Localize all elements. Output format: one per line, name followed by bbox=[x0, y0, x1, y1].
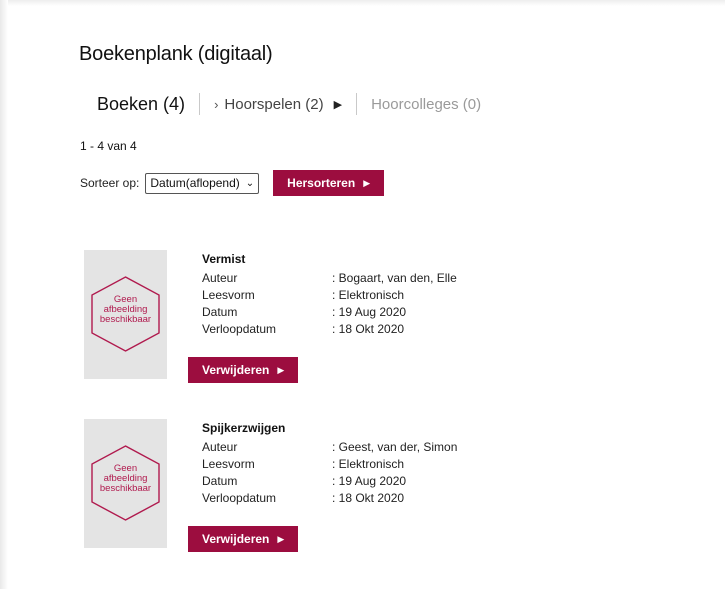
play-icon: ▶ bbox=[333, 98, 343, 111]
author-value: : Geest, van der, Simon bbox=[332, 440, 458, 454]
tab-hoorspelen-label: Hoorspelen (2) bbox=[224, 95, 324, 113]
remove-button[interactable]: Verwijderen ▶ bbox=[188, 357, 299, 383]
remove-button-label: Verwijderen bbox=[202, 363, 270, 377]
date-value: : 19 Aug 2020 bbox=[332, 305, 407, 319]
tab-divider bbox=[199, 93, 201, 115]
tab-divider bbox=[356, 93, 358, 115]
book-title[interactable]: Spijkerzwijgen bbox=[202, 421, 285, 435]
author-label: Auteur bbox=[202, 271, 238, 285]
media-tabs: Boeken (4) › Hoorspelen (2) ▶ Hoorcolleg… bbox=[97, 88, 481, 120]
no-image-text: Geen afbeelding beschikbaar bbox=[99, 463, 152, 494]
author-value: : Bogaart, van den, Elle bbox=[332, 271, 457, 285]
tab-boeken[interactable]: Boeken (4) bbox=[97, 94, 185, 115]
author-label: Auteur bbox=[202, 440, 238, 454]
format-label: Leesvorm bbox=[202, 457, 255, 471]
sort-controls: Sorteer op: Datum(aflopend) ⌄ Hersortere… bbox=[80, 169, 385, 197]
resort-button[interactable]: Hersorteren ▶ bbox=[273, 170, 385, 196]
expiry-label: Verloopdatum bbox=[202, 491, 277, 505]
remove-button[interactable]: Verwijderen ▶ bbox=[188, 526, 299, 552]
remove-button-label: Verwijderen bbox=[202, 532, 270, 546]
chevron-down-icon: ⌄ bbox=[245, 177, 255, 189]
date-value: : 19 Aug 2020 bbox=[332, 474, 407, 488]
play-icon: ▶ bbox=[277, 533, 285, 544]
page-title: Boekenplank (digitaal) bbox=[79, 43, 273, 65]
book-title[interactable]: Vermist bbox=[202, 252, 245, 266]
chevron-right-icon: › bbox=[214, 96, 219, 112]
sort-label: Sorteer op: bbox=[80, 176, 140, 190]
result-count: 1 - 4 van 4 bbox=[80, 139, 137, 153]
play-icon: ▶ bbox=[363, 177, 371, 188]
format-value: : Elektronisch bbox=[332, 457, 405, 471]
no-image-text: Geen afbeelding beschikbaar bbox=[99, 294, 152, 325]
format-value: : Elektronisch bbox=[332, 288, 405, 302]
book-meta: Auteur : Geest, van der, Simon Leesvorm … bbox=[202, 440, 532, 506]
date-label: Datum bbox=[202, 305, 238, 319]
bookshelf-page: Boekenplank (digitaal) Boeken (4) › Hoor… bbox=[0, 0, 725, 589]
book-meta: Auteur : Bogaart, van den, Elle Leesvorm… bbox=[202, 271, 532, 337]
expiry-value: : 18 Okt 2020 bbox=[332, 491, 405, 505]
tab-hoorcolleges[interactable]: Hoorcolleges (0) bbox=[371, 96, 481, 113]
resort-button-label: Hersorteren bbox=[287, 176, 356, 190]
expiry-label: Verloopdatum bbox=[202, 322, 277, 336]
book-cover-placeholder: Geen afbeelding beschikbaar bbox=[84, 250, 167, 379]
book-cover-placeholder: Geen afbeelding beschikbaar bbox=[84, 419, 167, 548]
play-icon: ▶ bbox=[277, 364, 285, 375]
expiry-value: : 18 Okt 2020 bbox=[332, 322, 405, 336]
sort-select[interactable]: Datum(aflopend) ⌄ bbox=[145, 172, 260, 194]
book-item: Geen afbeelding beschikbaar Spijkerzwijg… bbox=[84, 419, 684, 569]
book-item: Geen afbeelding beschikbaar Vermist Aute… bbox=[84, 250, 684, 400]
format-label: Leesvorm bbox=[202, 288, 255, 302]
date-label: Datum bbox=[202, 474, 238, 488]
tab-hoorspelen[interactable]: › Hoorspelen (2) ▶ bbox=[214, 96, 342, 113]
sort-selected-value: Datum(aflopend) bbox=[150, 176, 240, 190]
